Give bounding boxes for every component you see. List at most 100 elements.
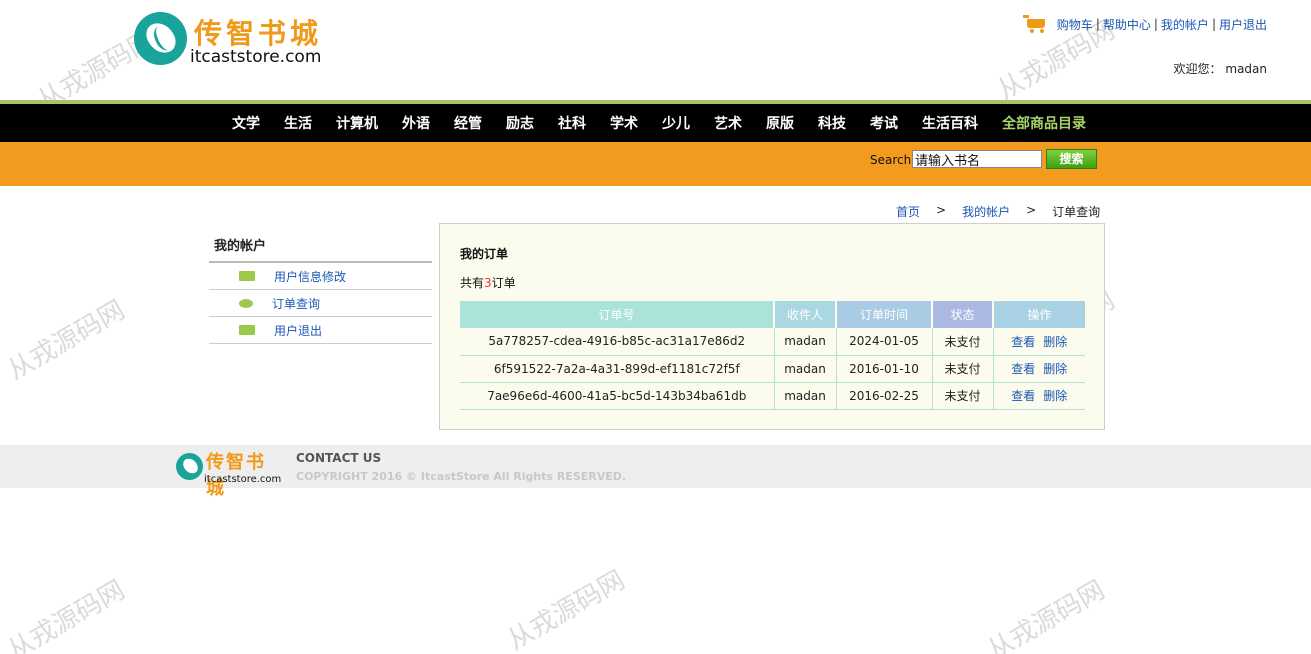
delete-order-link[interactable]: 删除 <box>1043 335 1067 349</box>
table-row: 7ae96e6d-4600-41a5-bc5d-143b34ba61db mad… <box>460 382 1085 410</box>
logo-en-text: itcaststore.com <box>190 47 322 67</box>
edit-profile-icon <box>239 271 255 281</box>
column-status: 状态 <box>932 301 994 328</box>
order-actions: 查看 删除 <box>993 355 1085 383</box>
breadcrumb-account[interactable]: 我的帐户 <box>962 203 1010 220</box>
nav-item-exam[interactable]: 考试 <box>870 113 898 133</box>
column-order-id: 订单号 <box>460 301 775 328</box>
nav-item-original[interactable]: 原版 <box>766 113 794 133</box>
table-header-row: 订单号 收件人 订单时间 状态 操作 <box>460 301 1085 328</box>
nav-item-art[interactable]: 艺术 <box>714 113 742 133</box>
nav-item-academic[interactable]: 学术 <box>610 113 638 133</box>
username: madan <box>1225 62 1267 76</box>
orders-title: 我的订单 <box>460 247 509 261</box>
nav-item-life-encyclopedia[interactable]: 生活百科 <box>922 113 978 133</box>
welcome-message: 欢迎您： madan <box>1174 60 1267 77</box>
order-count-prefix: 共有 <box>460 276 485 290</box>
link-separator: | <box>1211 17 1216 31</box>
logo-mark-icon <box>134 12 187 65</box>
order-status: 未支付 <box>932 382 994 410</box>
order-count-suffix: 订单 <box>491 276 516 290</box>
order-id: 7ae96e6d-4600-41a5-bc5d-143b34ba61db <box>460 382 775 410</box>
link-separator: | <box>1095 17 1100 31</box>
my-account-link[interactable]: 我的帐户 <box>1161 16 1209 33</box>
order-receiver: madan <box>774 328 837 356</box>
copyright-text: COPYRIGHT 2016 © ItcastStore All Rights … <box>296 470 627 483</box>
logout-icon <box>239 325 255 335</box>
nav-item-management[interactable]: 经管 <box>454 113 482 133</box>
sidebar-item-logout[interactable]: 用户退出 <box>209 317 432 344</box>
orders-panel: 我的订单 共有3订单 订单号 收件人 订单时间 状态 操作 5a778257-c… <box>439 223 1105 430</box>
view-order-link[interactable]: 查看 <box>1011 335 1035 349</box>
help-link[interactable]: 帮助中心 <box>1103 16 1151 33</box>
sidebar-item-edit-profile[interactable]: 用户信息修改 <box>209 263 432 290</box>
delete-order-link[interactable]: 删除 <box>1043 389 1067 403</box>
delete-order-link[interactable]: 删除 <box>1043 362 1067 376</box>
category-nav: 文学 生活 计算机 外语 经管 励志 社科 学术 少儿 艺术 原版 科技 考试 … <box>0 104 1311 142</box>
nav-item-social-science[interactable]: 社科 <box>558 113 586 133</box>
order-actions: 查看 删除 <box>993 328 1085 356</box>
watermark: 从戎源码网 <box>2 575 131 654</box>
watermark: 从戎源码网 <box>2 295 131 387</box>
sidebar-item-label[interactable]: 用户退出 <box>274 322 322 339</box>
search-bar: Search 搜索 <box>0 142 1311 186</box>
sidebar-item-label[interactable]: 订单查询 <box>272 295 320 312</box>
order-status: 未支付 <box>932 355 994 383</box>
logo-cn-text: 传智书城 <box>194 17 323 50</box>
nav-item-all-products[interactable]: 全部商品目录 <box>1002 113 1086 133</box>
order-receiver: madan <box>774 355 837 383</box>
site-header: 传智书城 itcaststore.com 购物车 | 帮助中心 | 我的帐户 |… <box>0 0 1311 100</box>
contact-us-link[interactable]: CONTACT US <box>296 451 381 465</box>
breadcrumb-separator: > <box>1026 203 1037 217</box>
column-order-time: 订单时间 <box>836 301 933 328</box>
breadcrumb: 首页 > 我的帐户 > 订单查询 <box>896 203 1100 220</box>
view-order-link[interactable]: 查看 <box>1011 389 1035 403</box>
order-id: 5a778257-cdea-4916-b85c-ac31a17e86d2 <box>460 328 775 356</box>
order-query-icon <box>239 298 253 308</box>
order-status: 未支付 <box>932 328 994 356</box>
sidebar-title: 我的帐户 <box>209 228 432 263</box>
search-button[interactable]: 搜索 <box>1046 149 1097 169</box>
nav-item-life[interactable]: 生活 <box>284 113 312 133</box>
order-count: 共有3订单 <box>460 274 516 291</box>
order-time: 2016-02-25 <box>836 382 933 410</box>
order-time: 2016-01-10 <box>836 355 933 383</box>
logout-link[interactable]: 用户退出 <box>1219 16 1267 33</box>
site-footer: 传智书城 itcaststore.com CONTACT US COPYRIGH… <box>0 445 1311 499</box>
breadcrumb-home[interactable]: 首页 <box>896 203 920 220</box>
sidebar-item-orders[interactable]: 订单查询 <box>209 290 432 317</box>
footer-logo: 传智书城 itcaststore.com <box>176 448 281 499</box>
nav-item-foreign-language[interactable]: 外语 <box>402 113 430 133</box>
order-receiver: madan <box>774 382 837 410</box>
order-count-number: 3 <box>484 276 492 290</box>
footer-logo-en: itcaststore.com <box>204 474 282 485</box>
nav-item-computer[interactable]: 计算机 <box>336 113 378 133</box>
welcome-label: 欢迎您： <box>1173 62 1222 76</box>
nav-item-inspiration[interactable]: 励志 <box>506 113 534 133</box>
nav-item-children[interactable]: 少儿 <box>662 113 690 133</box>
order-time: 2024-01-05 <box>836 328 933 356</box>
link-separator: | <box>1153 17 1158 31</box>
breadcrumb-separator: > <box>936 203 947 217</box>
site-logo[interactable]: 传智书城 itcaststore.com <box>134 12 344 72</box>
search-label: Search <box>870 153 912 167</box>
account-sidebar: 我的帐户 用户信息修改 订单查询 用户退出 <box>209 228 432 344</box>
view-order-link[interactable]: 查看 <box>1011 362 1035 376</box>
watermark: 从戎源码网 <box>502 565 631 654</box>
table-row: 5a778257-cdea-4916-b85c-ac31a17e86d2 mad… <box>460 328 1085 356</box>
orders-table: 订单号 收件人 订单时间 状态 操作 5a778257-cdea-4916-b8… <box>460 301 1085 410</box>
nav-item-technology[interactable]: 科技 <box>818 113 846 133</box>
table-row: 6f591522-7a2a-4a31-899d-ef1181c72f5f mad… <box>460 355 1085 383</box>
sidebar-item-label[interactable]: 用户信息修改 <box>274 268 346 285</box>
column-actions: 操作 <box>993 301 1085 328</box>
watermark: 从戎源码网 <box>982 575 1111 654</box>
footer-logo-mark-icon <box>176 453 203 480</box>
nav-item-literature[interactable]: 文学 <box>232 113 260 133</box>
order-id: 6f591522-7a2a-4a31-899d-ef1181c72f5f <box>460 355 775 383</box>
cart-link[interactable]: 购物车 <box>1057 16 1093 33</box>
search-input[interactable] <box>912 150 1042 168</box>
top-links: 购物车 | 帮助中心 | 我的帐户 | 用户退出 <box>1022 15 1267 33</box>
order-actions: 查看 删除 <box>993 382 1085 410</box>
breadcrumb-current: 订单查询 <box>1052 205 1101 219</box>
shopping-cart-icon[interactable] <box>1022 15 1047 33</box>
